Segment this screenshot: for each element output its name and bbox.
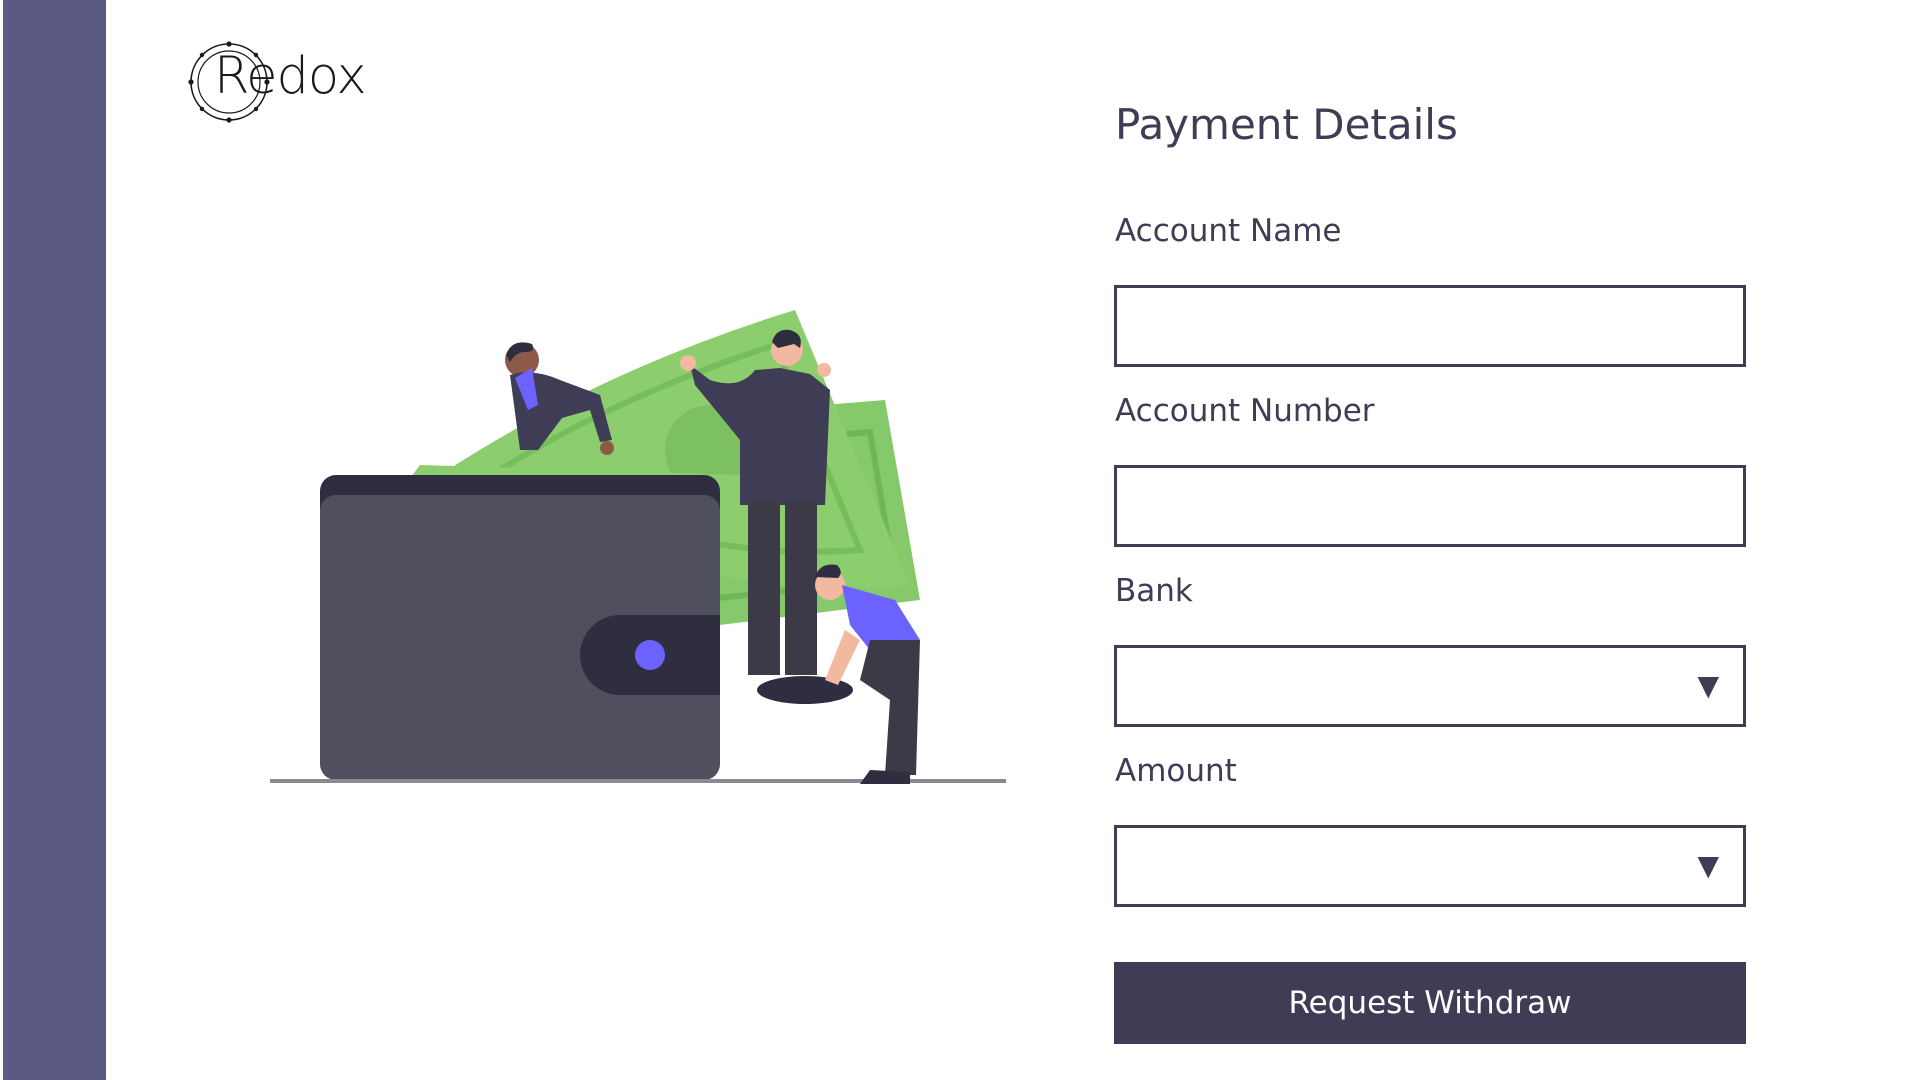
brand-logo[interactable]: Redox	[186, 37, 376, 127]
account-number-field[interactable]	[1114, 465, 1746, 547]
caret-down-icon[interactable]: ▼	[1697, 672, 1719, 700]
wallet-money-illustration	[270, 310, 1006, 784]
amount-select[interactable]: ▼	[1114, 825, 1746, 907]
account-name-label: Account Name	[1115, 213, 1342, 249]
caret-down-icon[interactable]: ▼	[1697, 852, 1719, 880]
brand-name: Redox	[214, 47, 367, 106]
account-name-input[interactable]	[1117, 288, 1743, 364]
account-name-field[interactable]	[1114, 285, 1746, 367]
amount-label: Amount	[1115, 753, 1237, 789]
bank-select[interactable]: ▼	[1114, 645, 1746, 727]
form-title: Payment Details	[1115, 100, 1458, 149]
withdraw-page: Redox Payment Details Account Name Accou…	[0, 0, 1920, 1080]
bank-label: Bank	[1115, 573, 1193, 609]
sidebar	[3, 0, 106, 1080]
request-withdraw-button[interactable]: Request Withdraw	[1114, 962, 1746, 1044]
account-number-label: Account Number	[1115, 393, 1375, 429]
account-number-input[interactable]	[1117, 468, 1743, 544]
